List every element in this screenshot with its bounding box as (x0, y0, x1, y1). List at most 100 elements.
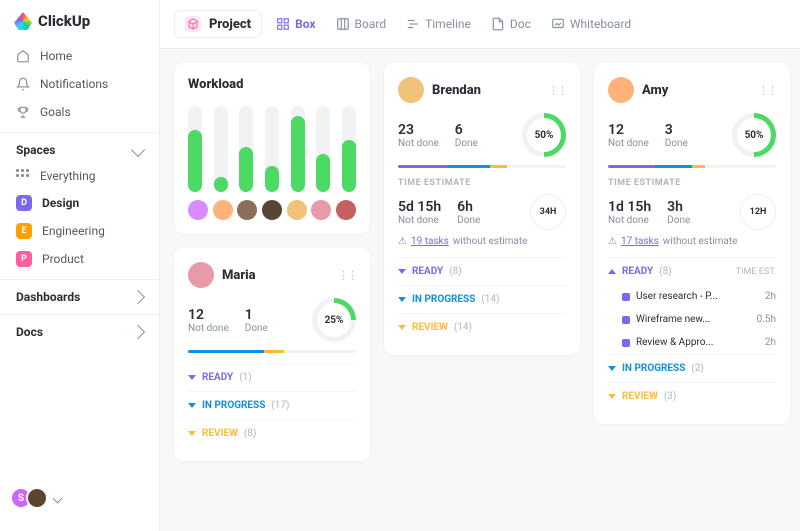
status-label: IN PROGRESS (622, 363, 685, 374)
person-card-brendan: Brendan ⋮⋮ 23Not done 6Done 50% TIME EST… (384, 63, 580, 355)
tab-label: Doc (510, 17, 531, 31)
workload-bar (239, 106, 253, 192)
card-menu-icon[interactable]: ⋮⋮ (548, 84, 566, 97)
status-count: (2) (691, 363, 704, 374)
status-group-ready[interactable]: READY (8) (398, 257, 566, 285)
notdone-label: Not done (188, 323, 229, 334)
home-icon (16, 49, 30, 63)
done-label: Done (455, 138, 478, 149)
nav-goals[interactable]: Goals (0, 98, 159, 126)
workload-title: Workload (188, 77, 356, 92)
avatar (188, 200, 208, 220)
est-notdone-value: 1d 15h (608, 199, 651, 215)
caret-icon (608, 366, 616, 371)
tab-label: Box (295, 17, 315, 31)
status-label: READY (622, 266, 653, 277)
project-selector[interactable]: Project (174, 10, 262, 38)
grid-icon (16, 169, 30, 183)
status-group-inprogress[interactable]: IN PROGRESS (2) (608, 354, 776, 382)
space-everything[interactable]: Everything (0, 163, 159, 189)
hours-badge: 12H (740, 194, 776, 230)
status-count: (14) (481, 294, 499, 305)
board-icon (336, 17, 350, 31)
person-name: Maria (222, 268, 330, 283)
progress-ring: 50% (732, 113, 776, 157)
nav-notifications[interactable]: Notifications (0, 70, 159, 98)
main: Project Box Board Timeline Doc Whiteboar… (160, 0, 800, 531)
nav-home[interactable]: Home (0, 42, 159, 70)
timeline-icon (406, 17, 420, 31)
tab-box[interactable]: Box (266, 12, 325, 36)
progress-bar (188, 350, 356, 353)
sidebar: ClickUp Home Notifications Goals Spaces … (0, 0, 160, 531)
bell-icon (16, 77, 30, 91)
workload-bar (265, 106, 279, 192)
whiteboard-icon (551, 17, 565, 31)
space-item-engineering[interactable]: E Engineering (0, 217, 159, 245)
person-name: Brendan (432, 83, 540, 98)
card-menu-icon[interactable]: ⋮⋮ (338, 269, 356, 282)
done-label: Done (665, 138, 688, 149)
avatar (262, 200, 282, 220)
nav-docs-label: Docs (16, 325, 43, 339)
status-group-inprogress[interactable]: IN PROGRESS (14) (398, 285, 566, 313)
task-status-icon (622, 293, 630, 301)
time-estimate-stats: 5d 15hNot done 6hDone 34H (398, 194, 566, 230)
caret-icon (398, 269, 406, 274)
task-status-icon (622, 316, 630, 324)
tab-doc[interactable]: Doc (481, 12, 541, 36)
avatar (311, 200, 331, 220)
status-group-review[interactable]: REVIEW (8) (188, 419, 356, 447)
project-label: Project (209, 17, 251, 32)
tab-board[interactable]: Board (326, 12, 397, 36)
status-count: (1) (239, 372, 252, 383)
topbar: Project Box Board Timeline Doc Whiteboar… (160, 0, 800, 49)
avatar (287, 200, 307, 220)
est-notdone-value: 5d 15h (398, 199, 441, 215)
done-value: 1 (245, 307, 268, 323)
task-time: 2h (765, 291, 776, 302)
tab-whiteboard[interactable]: Whiteboard (541, 12, 641, 36)
space-item-product[interactable]: P Product (0, 245, 159, 273)
notdone-label: Not done (398, 138, 439, 149)
status-count: (17) (271, 400, 289, 411)
task-row[interactable]: User research - P... 2h (608, 285, 776, 308)
space-everything-label: Everything (40, 169, 95, 183)
task-time: 0.5h (757, 314, 776, 325)
notdone-value: 23 (398, 122, 439, 138)
status-group-review[interactable]: REVIEW (14) (398, 313, 566, 341)
avatar (398, 77, 424, 103)
tab-timeline[interactable]: Timeline (396, 12, 481, 36)
brand-text: ClickUp (38, 12, 90, 30)
brand-logo[interactable]: ClickUp (0, 12, 159, 42)
caret-icon (188, 403, 196, 408)
tasks-without-estimate-link[interactable]: 19 tasks (411, 236, 449, 247)
task-row[interactable]: Wireframe new... 0.5h (608, 308, 776, 331)
card-menu-icon[interactable]: ⋮⋮ (758, 84, 776, 97)
status-group-inprogress[interactable]: IN PROGRESS (17) (188, 391, 356, 419)
status-label: REVIEW (412, 322, 448, 333)
nav-docs[interactable]: Docs (0, 314, 159, 349)
avatar (213, 200, 233, 220)
status-label: READY (202, 372, 233, 383)
tasks-without-estimate-link[interactable]: 17 tasks (621, 236, 659, 247)
task-row[interactable]: Review & Appro... 2h (608, 331, 776, 354)
nav-dashboards[interactable]: Dashboards (0, 279, 159, 314)
status-group-ready[interactable]: READY (1) (188, 363, 356, 391)
status-group-review[interactable]: REVIEW (3) (608, 382, 776, 410)
nav-home-label: Home (40, 49, 72, 63)
spaces-header-label: Spaces (16, 143, 55, 157)
user-avatar-stack[interactable]: S (0, 477, 159, 519)
estimate-warning: ⚠ 19 tasks without estimate (398, 236, 566, 247)
space-item-design[interactable]: D Design (0, 189, 159, 217)
spaces-header[interactable]: Spaces (0, 132, 159, 163)
done-label: Done (245, 323, 268, 334)
notdone-value: 12 (608, 122, 649, 138)
caret-icon (188, 431, 196, 436)
workload-avatars (188, 200, 356, 220)
status-group-ready[interactable]: READY (8) TIME EST. (608, 257, 776, 285)
caret-icon (398, 297, 406, 302)
chevron-right-icon (131, 290, 145, 304)
status-label: READY (412, 266, 443, 277)
task-name: Review & Appro... (636, 337, 759, 348)
